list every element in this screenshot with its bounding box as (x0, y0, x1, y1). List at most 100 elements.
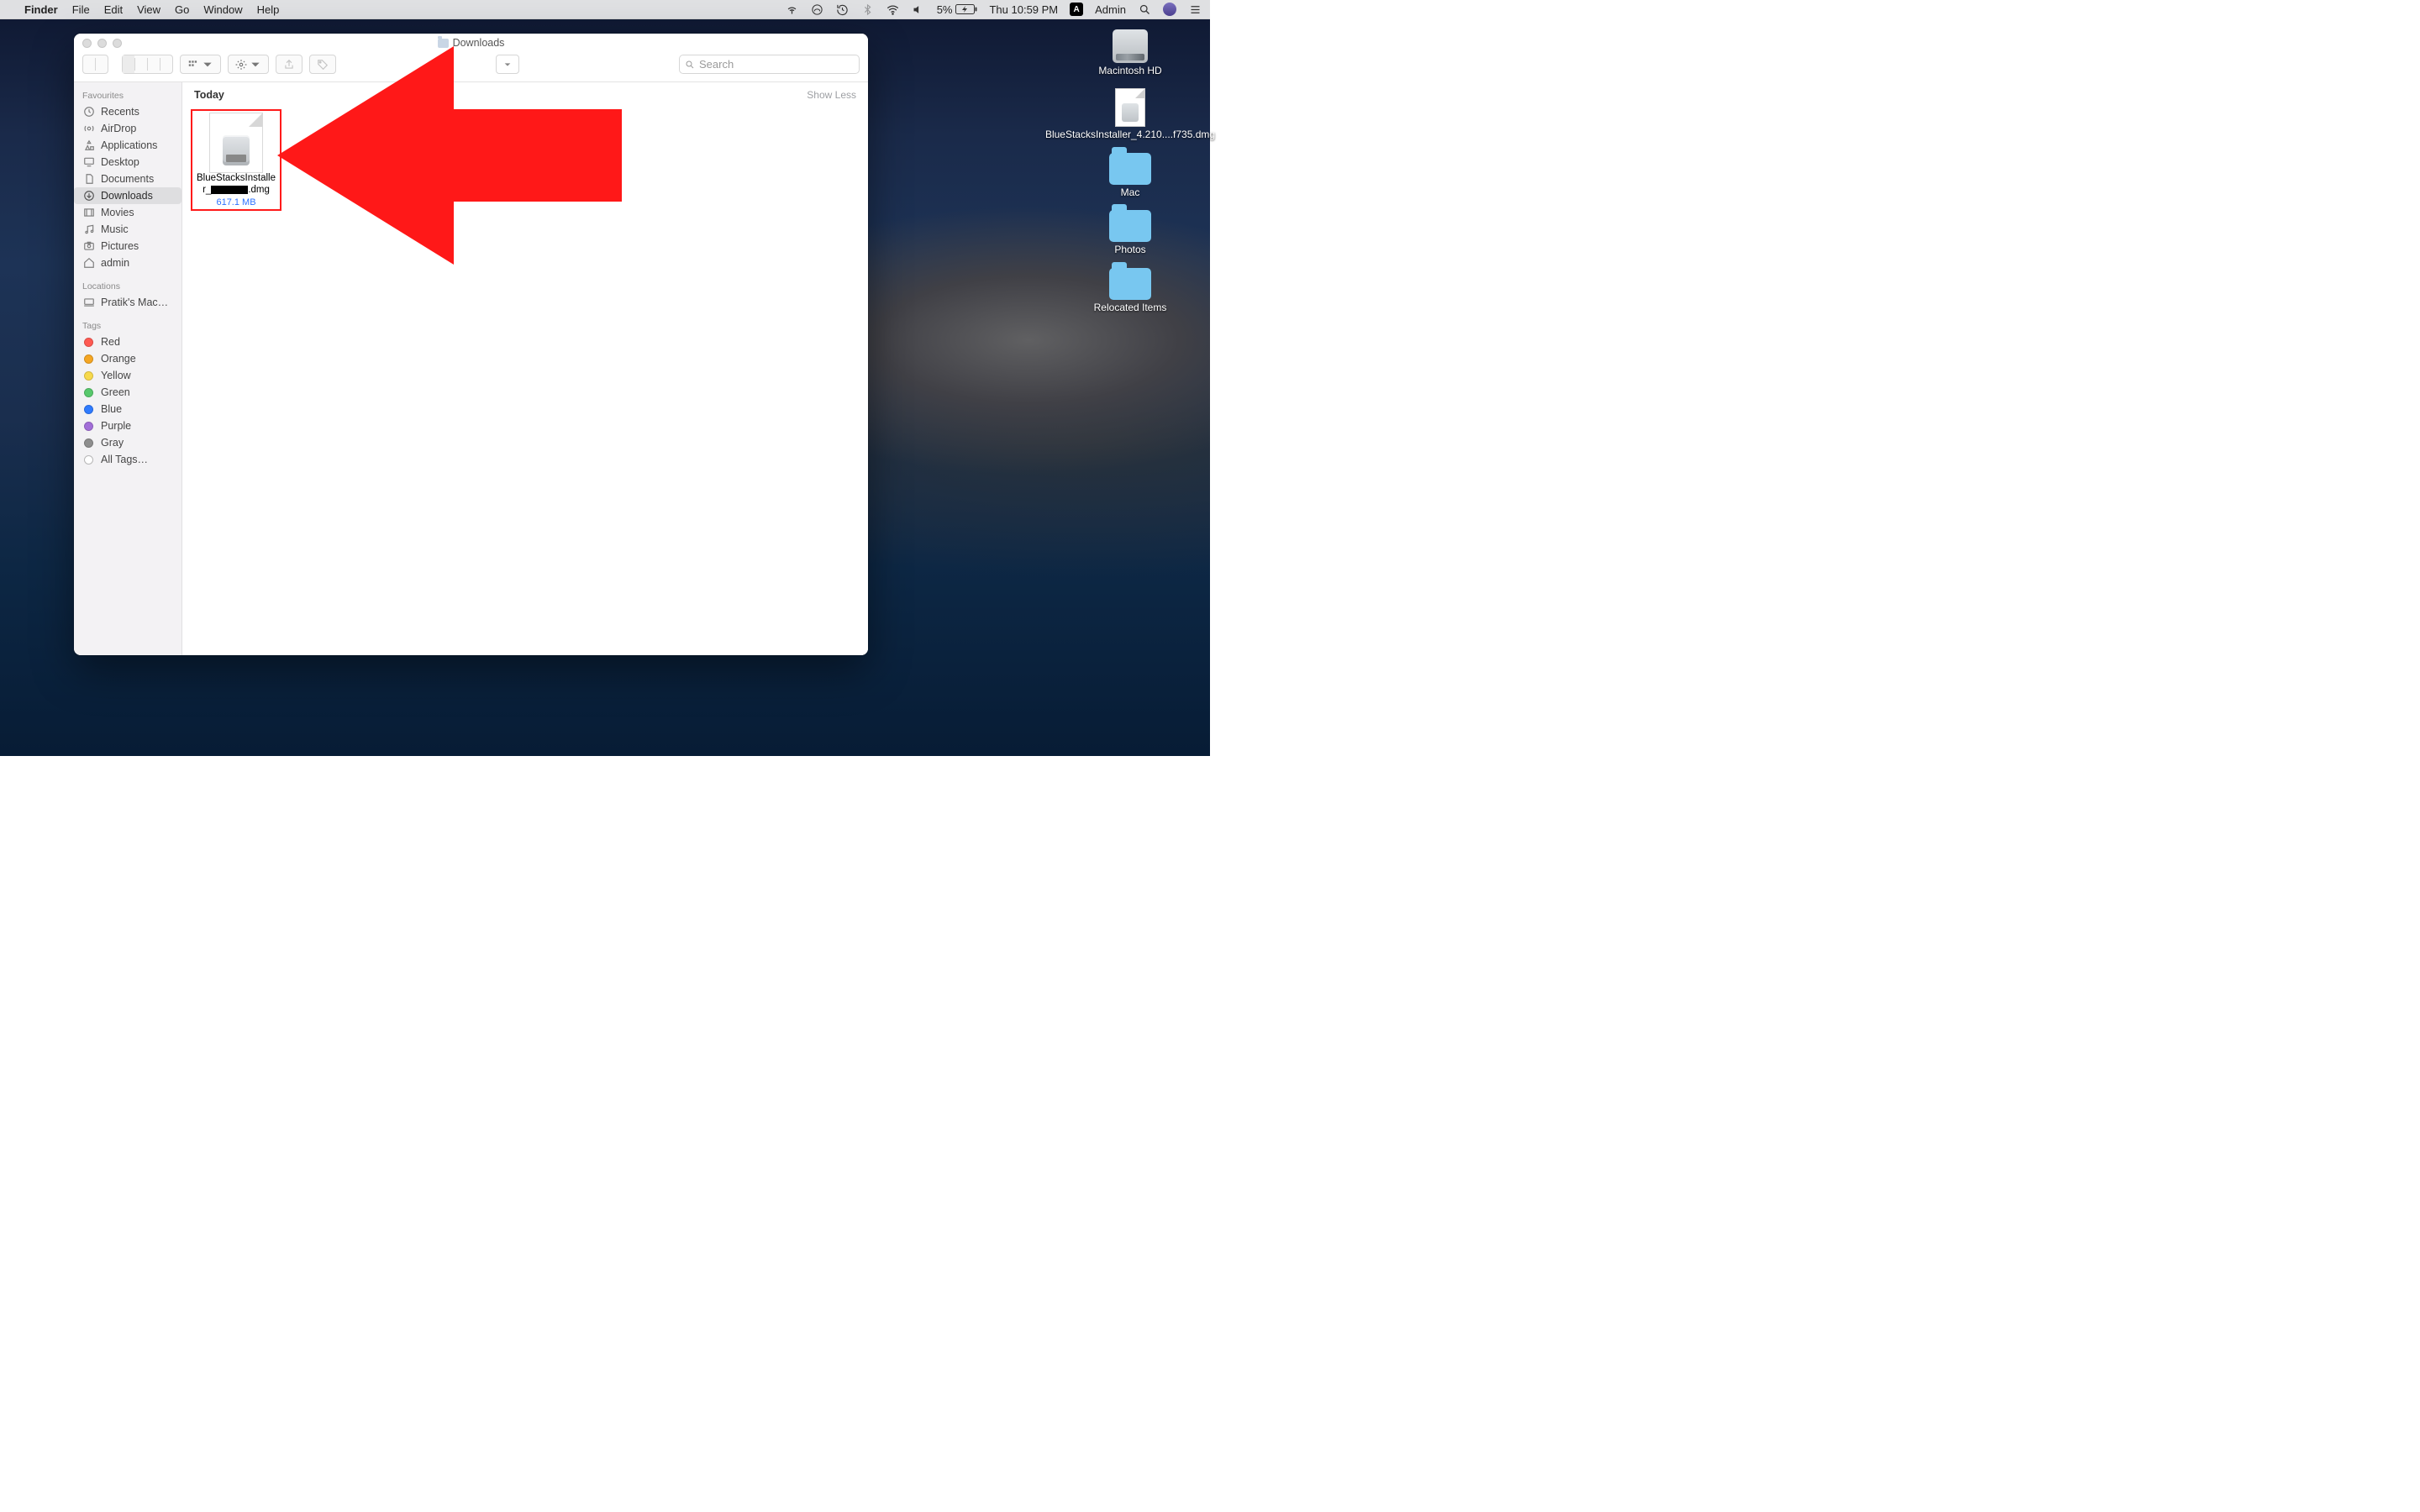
user-menu[interactable]: Admin (1095, 3, 1126, 16)
list-view-button[interactable] (135, 55, 147, 73)
sidebar-item-label: admin (101, 257, 129, 269)
file-name: BlueStacksInstalle r_.dmg (194, 173, 278, 197)
tag-gray[interactable]: Gray (74, 434, 182, 451)
sidebar-item-movies[interactable]: Movies (74, 204, 182, 221)
documents-icon (82, 173, 95, 185)
music-icon (82, 223, 95, 235)
pictures-icon (82, 240, 95, 252)
hdd-icon (1113, 29, 1148, 63)
menu-go[interactable]: Go (175, 3, 189, 16)
tag-orange[interactable]: Orange (74, 350, 182, 367)
desktop-icon (82, 156, 95, 168)
window-title: Downloads (453, 37, 505, 49)
siri-icon[interactable] (1163, 3, 1176, 16)
desktop-icon-mac-folder[interactable]: Mac (1067, 153, 1193, 198)
forward-button[interactable] (96, 55, 108, 73)
sidebar-item-downloads[interactable]: Downloads (74, 187, 182, 204)
tag-dot-icon (84, 438, 93, 448)
battery-status[interactable]: 5% (937, 3, 978, 16)
menu-help[interactable]: Help (257, 3, 280, 16)
desktop-icon-macintosh-hd[interactable]: Macintosh HD (1067, 29, 1193, 76)
sidebar-item-recents[interactable]: Recents (74, 103, 182, 120)
sidebar-item-label: Applications (101, 139, 157, 151)
search-icon (685, 60, 695, 70)
sidebar-item-applications[interactable]: Applications (74, 137, 182, 154)
sidebar-item-music[interactable]: Music (74, 221, 182, 238)
spotlight-icon[interactable] (1138, 3, 1151, 16)
finder-window: Downloads Search Favourites (74, 34, 868, 655)
tag-all[interactable]: All Tags… (74, 451, 182, 468)
wifi-broadcast-icon[interactable] (786, 3, 799, 16)
sidebar-item-label: Movies (101, 207, 134, 218)
sidebar-item-label: Red (101, 336, 120, 348)
tag-blue[interactable]: Blue (74, 401, 182, 417)
close-window-button[interactable] (82, 39, 92, 48)
menu-bar: Finder File Edit View Go Window Help 5% … (0, 0, 1210, 19)
file-bluestacks-installer[interactable]: BlueStacksInstalle r_.dmg 617.1 MB (191, 109, 281, 211)
sidebar-item-label: AirDrop (101, 123, 136, 134)
sidebar-item-label: Yellow (101, 370, 131, 381)
tag-purple[interactable]: Purple (74, 417, 182, 434)
menu-file[interactable]: File (72, 3, 90, 16)
folder-icon (438, 39, 449, 48)
tag-dot-icon (84, 371, 93, 381)
path-dropdown[interactable] (496, 55, 519, 74)
wifi-icon[interactable] (886, 3, 900, 16)
action-button[interactable] (228, 55, 269, 74)
finder-toolbar: Search (74, 52, 868, 82)
search-field[interactable]: Search (679, 55, 860, 74)
share-button[interactable] (276, 55, 302, 74)
sidebar-item-label: Green (101, 386, 130, 398)
tags-button[interactable] (309, 55, 336, 74)
sidebar-item-label: Pictures (101, 240, 139, 252)
tag-green[interactable]: Green (74, 384, 182, 401)
sidebar-item-admin[interactable]: admin (74, 255, 182, 271)
sidebar-item-label: Documents (101, 173, 154, 185)
input-source-icon[interactable]: A (1070, 3, 1083, 16)
group-by-button[interactable] (180, 55, 221, 74)
view-switcher (122, 55, 173, 74)
tag-dot-icon (84, 338, 93, 347)
folder-icon (1109, 153, 1151, 185)
app-menu[interactable]: Finder (24, 3, 58, 16)
sidebar-header-tags: Tags (74, 319, 182, 333)
sidebar-item-label: Recents (101, 106, 139, 118)
battery-percent: 5% (937, 3, 953, 16)
menu-edit[interactable]: Edit (104, 3, 123, 16)
desktop-icon-label: Photos (1114, 244, 1145, 255)
downloads-icon (82, 190, 95, 202)
desktop-icon-photos-folder[interactable]: Photos (1067, 210, 1193, 255)
window-controls (82, 39, 122, 48)
back-button[interactable] (83, 55, 95, 73)
show-less-button[interactable]: Show Less (807, 89, 856, 101)
desktop-icon-relocated-folder[interactable]: Relocated Items (1067, 268, 1193, 313)
minimize-window-button[interactable] (97, 39, 107, 48)
bluetooth-icon[interactable] (861, 3, 875, 16)
sidebar-item-label: Desktop (101, 156, 139, 168)
zoom-window-button[interactable] (113, 39, 122, 48)
clock[interactable]: Thu 10:59 PM (989, 3, 1058, 16)
sidebar-item-pictures[interactable]: Pictures (74, 238, 182, 255)
sidebar-item-remote-mac[interactable]: Pratik's Mac… (74, 294, 182, 311)
volume-icon[interactable] (912, 3, 925, 16)
time-machine-icon[interactable] (836, 3, 850, 16)
menu-view[interactable]: View (137, 3, 160, 16)
finder-titlebar[interactable]: Downloads (74, 34, 868, 52)
tag-yellow[interactable]: Yellow (74, 367, 182, 384)
sidebar-header-locations: Locations (74, 280, 182, 294)
dmg-file-icon (209, 113, 263, 173)
sidebar-item-airdrop[interactable]: AirDrop (74, 120, 182, 137)
sidebar-item-documents[interactable]: Documents (74, 171, 182, 187)
sidebar-item-desktop[interactable]: Desktop (74, 154, 182, 171)
desktop-icon-bluestacks-dmg[interactable]: BlueStacksInstaller_4.210....f735.dmg (1067, 88, 1193, 140)
desktop-icon-label: Relocated Items (1094, 302, 1167, 313)
icon-view-button[interactable] (123, 55, 134, 73)
menu-window[interactable]: Window (203, 3, 242, 16)
column-view-button[interactable] (148, 55, 160, 73)
creative-cloud-icon[interactable] (811, 3, 824, 16)
sidebar-header-favourites: Favourites (74, 89, 182, 103)
notification-center-icon[interactable] (1188, 3, 1202, 16)
gallery-view-button[interactable] (160, 55, 172, 73)
tag-red[interactable]: Red (74, 333, 182, 350)
desktop-icon-label: BlueStacksInstaller_4.210....f735.dmg (1045, 129, 1215, 140)
